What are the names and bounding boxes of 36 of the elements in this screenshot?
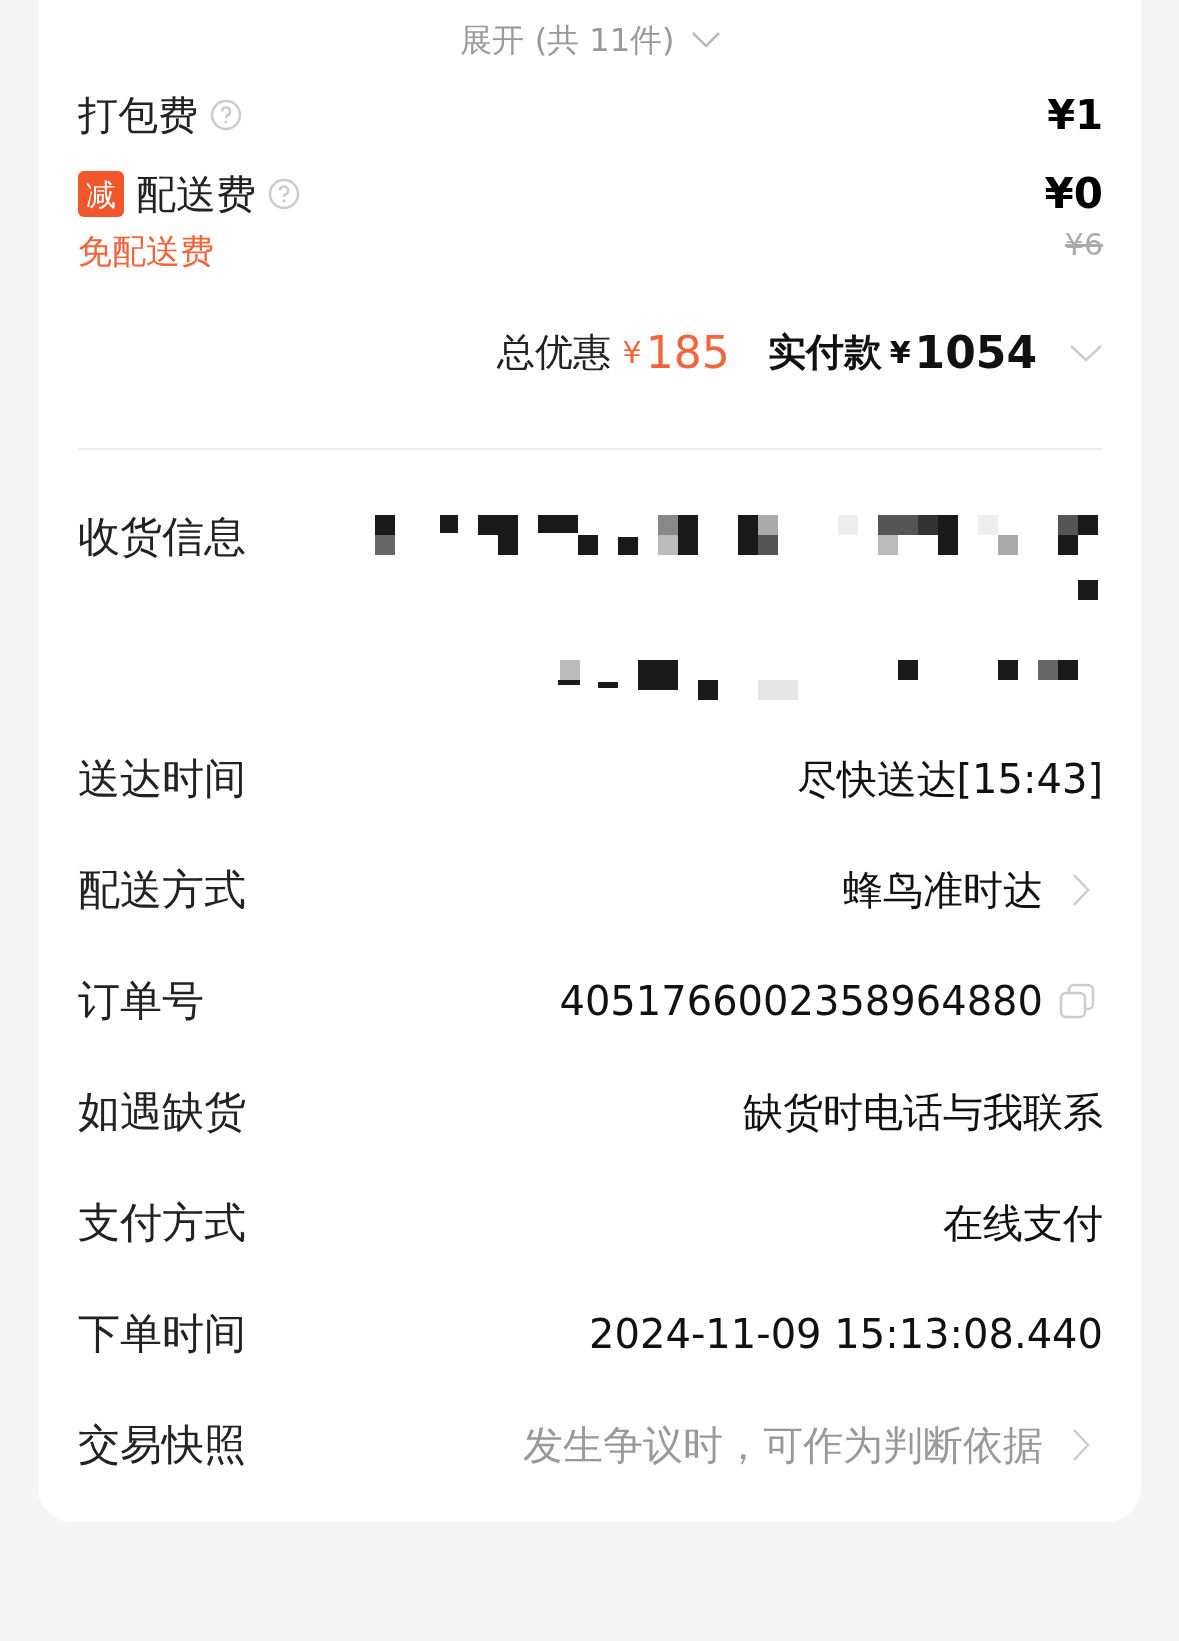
currency-sign: ¥ [889,334,911,372]
field-label: 配送方式 [78,864,246,916]
fee-price: ¥1 [1047,91,1103,140]
field-value: 2024-11-09 15:13:08.440 [589,1309,1103,1359]
chevron-right-icon[interactable] [1071,872,1091,907]
discount-amount: 185 [645,325,730,380]
copy-icon[interactable] [1059,982,1095,1019]
discount-label: 总优惠 [496,329,611,376]
chevron-down-icon[interactable] [690,31,721,49]
field-label: 支付方式 [78,1197,246,1249]
field-label: 收货信息 [78,512,246,562]
paid-label: 实付款 [767,329,882,376]
field-label: 订单号 [78,975,204,1027]
paid-amount: 1054 [914,325,1037,380]
field-value[interactable]: 蜂鸟准时达 [843,859,1043,920]
help-icon[interactable] [210,99,242,131]
free-delivery-note: 免配送费 [78,230,215,273]
field-value: 缺货时电话与我联系 [743,1087,1103,1137]
field-label: 下单时间 [78,1308,246,1360]
chevron-right-icon[interactable] [1071,1427,1091,1462]
currency-sign: ¥ [622,334,642,372]
order-number: 4051766002358964880 [559,976,1043,1026]
hint-text[interactable]: 发生争议时，可作为判断依据 [523,1414,1043,1475]
field-value: 尽快送达[15:43] [796,754,1103,804]
fee-label: 配送费 [136,170,256,219]
field-label: 如遇缺货 [78,1086,246,1138]
field-label: 送达时间 [78,753,246,805]
discount-badge: 减 [78,171,124,217]
fee-price: ¥0 [1044,170,1103,218]
chevron-down-icon[interactable] [1069,342,1103,363]
field-label: 交易快照 [78,1419,246,1471]
help-icon[interactable] [268,178,300,210]
original-price: ¥6 [1064,226,1103,264]
fee-label: 打包费 [78,91,198,140]
field-value: 在线支付 [943,1198,1103,1248]
expand-link[interactable]: 展开 (共 11件) [460,16,675,64]
